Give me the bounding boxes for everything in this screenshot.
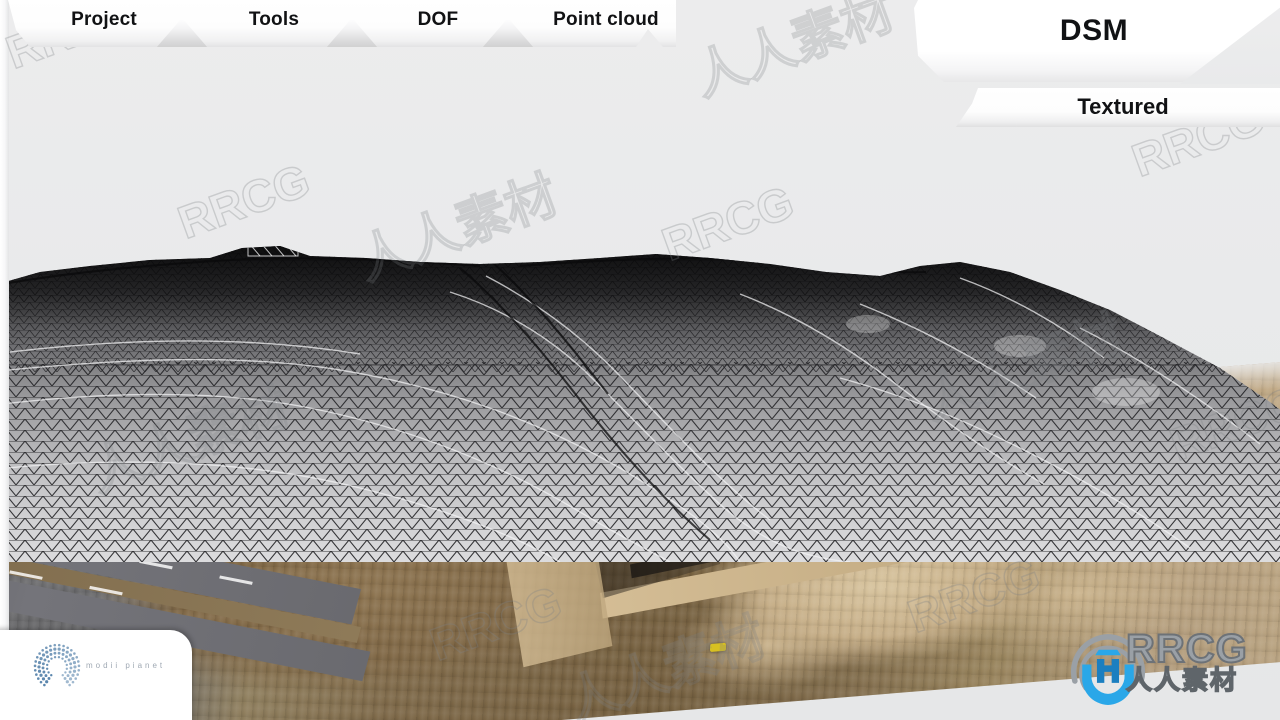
tab-project-label: Project xyxy=(71,9,137,30)
modii-planet-logo-icon xyxy=(33,643,81,687)
tab-point-cloud[interactable]: Point cloud xyxy=(516,0,676,40)
main-toolbar[interactable]: Project Tools DOF Point cloud xyxy=(8,0,676,47)
textured-panel-label: Textured xyxy=(1077,94,1169,119)
tab-project[interactable]: Project xyxy=(30,0,178,40)
tab-tools-label: Tools xyxy=(248,9,300,30)
tab-point-cloud-label: Point cloud xyxy=(553,9,659,30)
dsm-panel[interactable]: DSM xyxy=(914,0,1280,82)
textured-panel[interactable]: Textured xyxy=(956,88,1280,127)
rrcg-watermark-badge: RRCG 人人素材 xyxy=(1062,624,1276,716)
dsm-wireframe-mesh xyxy=(0,232,1280,562)
viewport-left-bevel xyxy=(0,0,9,720)
application-window: RRCGRRCGRRCGRRCGRRCGRRCGRRCG人人素材人人素材人人素材… xyxy=(0,0,1280,720)
dsm-panel-label: DSM xyxy=(1059,14,1129,47)
rrcg-wordmark: RRCG 人人素材 xyxy=(1125,627,1248,696)
brand-plate: modii pianet xyxy=(0,630,192,720)
rrcg-title: RRCG xyxy=(1125,627,1248,671)
toolbar-inner: Project Tools DOF Point cloud xyxy=(8,0,676,47)
brand-name: modii pianet xyxy=(86,661,166,670)
tab-dof[interactable]: DOF xyxy=(364,0,512,40)
mesh-svg xyxy=(0,246,1280,562)
tab-tools[interactable]: Tools xyxy=(194,0,354,40)
tab-dof-label: DOF xyxy=(417,9,459,30)
construction-vehicle xyxy=(710,642,726,653)
mesh-surface xyxy=(0,246,1280,562)
rrcg-subtitle: 人人素材 xyxy=(1125,666,1239,696)
